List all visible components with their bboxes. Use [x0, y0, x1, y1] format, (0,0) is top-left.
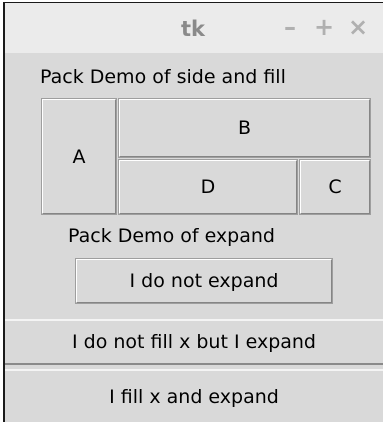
tk-window: tk – + × Pack Demo of side and fill A B …: [3, 2, 383, 422]
maximize-icon[interactable]: +: [311, 14, 337, 40]
minimize-icon[interactable]: –: [277, 14, 303, 40]
button-a[interactable]: A: [42, 99, 116, 214]
title-bar: tk – + ×: [5, 3, 383, 53]
button-d[interactable]: D: [119, 160, 297, 214]
button-b[interactable]: B: [119, 99, 370, 157]
side-fill-demo-label: Pack Demo of side and fill: [40, 66, 286, 88]
no-expand-button[interactable]: I do not expand: [76, 259, 332, 303]
window-title: tk: [181, 17, 206, 41]
no-fill-expand-button[interactable]: I do not fill x but I expand: [5, 319, 383, 365]
expand-demo-label: Pack Demo of expand: [68, 225, 275, 247]
button-c[interactable]: C: [300, 160, 370, 214]
close-icon[interactable]: ×: [345, 14, 371, 40]
fill-expand-button[interactable]: I fill x and expand: [5, 369, 383, 422]
